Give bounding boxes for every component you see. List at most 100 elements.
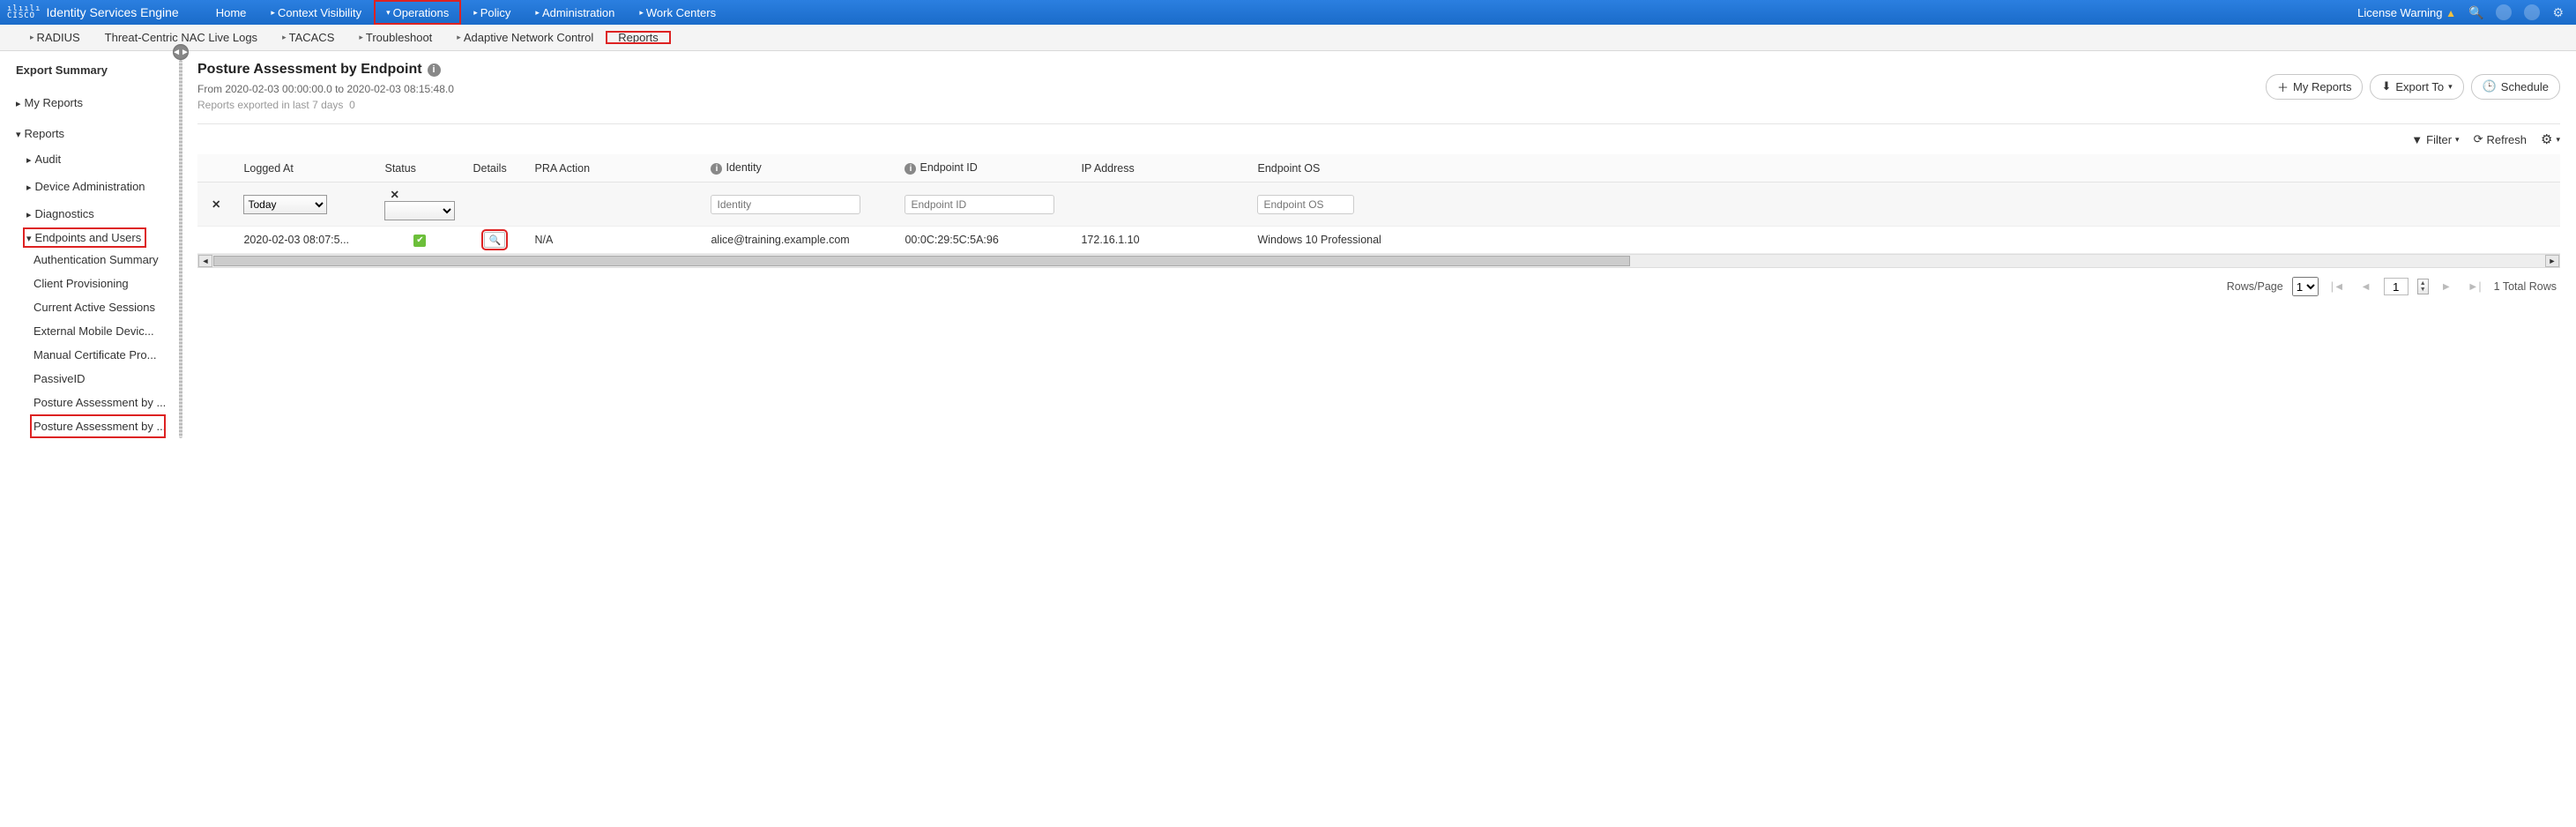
th-os[interactable]: Endpoint OS bbox=[1248, 154, 2560, 183]
nav-label: Operations bbox=[393, 6, 450, 19]
subnav-anc[interactable]: ▸Adaptive Network Control bbox=[444, 31, 606, 44]
scroll-left-icon[interactable]: ◄ bbox=[198, 255, 212, 267]
pager-spinner[interactable]: ▲▼ bbox=[2417, 279, 2429, 294]
clear-status-filter-button[interactable]: ✕ bbox=[384, 189, 404, 201]
brand-box: ılıılıCISCO Identity Services Engine bbox=[0, 5, 186, 19]
th-endpoint-id[interactable]: iEndpoint ID bbox=[896, 154, 1072, 183]
pager-total: 1 Total Rows bbox=[2494, 280, 2557, 293]
notifications-icon[interactable] bbox=[2524, 4, 2540, 20]
refresh-icon: ⟳ bbox=[2474, 132, 2483, 146]
sidebar-device-admin[interactable]: Device Administration bbox=[16, 173, 173, 200]
sidebar-label: Device Administration bbox=[35, 180, 145, 193]
th-pra[interactable]: PRA Action bbox=[525, 154, 702, 183]
sidebar-diagnostics[interactable]: Diagnostics bbox=[16, 200, 173, 227]
filter-status[interactable] bbox=[384, 201, 455, 220]
app-title: Identity Services Engine bbox=[47, 5, 179, 19]
sidebar-item-ext-mobile[interactable]: External Mobile Devic... bbox=[16, 319, 173, 343]
sidebar-item-auth-summary[interactable]: Authentication Summary bbox=[16, 248, 173, 272]
caret-icon bbox=[26, 180, 32, 193]
clear-filter-button[interactable]: ✕ bbox=[206, 198, 226, 211]
top-nav: Home ▸Context Visibility ▾Operations ▸Po… bbox=[204, 0, 728, 25]
caret-icon: ▸ bbox=[457, 33, 461, 42]
filter-endpoint-id[interactable] bbox=[905, 195, 1054, 214]
nav-work-centers[interactable]: ▸Work Centers bbox=[627, 0, 728, 25]
filter-logged-at[interactable]: Today bbox=[243, 195, 327, 214]
sidebar-item-manual-cert[interactable]: Manual Certificate Pro... bbox=[16, 343, 173, 367]
rows-per-page-select[interactable]: 1 bbox=[2292, 277, 2319, 296]
th-ip[interactable]: IP Address bbox=[1072, 154, 1248, 183]
license-warning[interactable]: License Warning ▲ bbox=[2357, 6, 2456, 19]
sidebar-title: Export Summary bbox=[16, 63, 173, 77]
report-range: From 2020-02-03 00:00:00.0 to 2020-02-03… bbox=[197, 83, 454, 95]
collapse-bar[interactable] bbox=[179, 60, 182, 438]
caret-down-icon: ▾ bbox=[386, 8, 391, 18]
sidebar-item-passiveid[interactable]: PassiveID bbox=[16, 367, 173, 391]
sidebar-label: Audit bbox=[35, 153, 62, 166]
spin-down-icon[interactable]: ▼ bbox=[2420, 287, 2426, 293]
subnav-label: TACACS bbox=[289, 31, 335, 44]
subnav-troubleshoot[interactable]: ▸Troubleshoot bbox=[346, 31, 444, 44]
report-exported: Reports exported in last 7 days 0 bbox=[197, 99, 454, 111]
top-right: License Warning ▲ 🔍 ⚙ bbox=[2357, 4, 2576, 20]
scroll-thumb[interactable] bbox=[213, 256, 1630, 266]
settings-button[interactable]: ⚙▾ bbox=[2541, 131, 2560, 147]
subnav-label: Reports bbox=[618, 31, 659, 44]
caret-icon: ▸ bbox=[359, 33, 363, 42]
pager-page-input[interactable] bbox=[2384, 278, 2408, 295]
help-icon[interactable] bbox=[2496, 4, 2512, 20]
sidebar-my-reports[interactable]: My Reports bbox=[16, 91, 173, 115]
license-warning-label: License Warning bbox=[2357, 6, 2442, 19]
sidebar-item-posture-2[interactable]: Posture Assessment by ... bbox=[30, 414, 166, 438]
schedule-button[interactable]: 🕒Schedule bbox=[2471, 74, 2560, 100]
subnav-label: Troubleshoot bbox=[366, 31, 432, 44]
filter-identity[interactable] bbox=[711, 195, 860, 214]
sidebar-reports[interactable]: Reports bbox=[16, 122, 173, 145]
subnav-tacacs[interactable]: ▸TACACS bbox=[270, 31, 346, 44]
content: Posture Assessment by Endpoint i From 20… bbox=[182, 51, 2576, 438]
nav-context-visibility[interactable]: ▸Context Visibility bbox=[258, 0, 374, 25]
horizontal-scrollbar[interactable]: ◄ ► bbox=[197, 254, 2560, 268]
nav-operations[interactable]: ▾Operations bbox=[374, 0, 461, 25]
refresh-button[interactable]: ⟳Refresh bbox=[2474, 132, 2527, 146]
scroll-right-icon[interactable]: ► bbox=[2545, 255, 2559, 267]
th-label: Identity bbox=[726, 161, 761, 174]
sidebar-item-posture-1[interactable]: Posture Assessment by ... bbox=[16, 391, 173, 414]
search-icon[interactable]: 🔍 bbox=[2468, 5, 2483, 20]
table-filter-row: ✕ Today ✕ bbox=[197, 183, 2560, 227]
pager-prev-icon[interactable]: ◄ bbox=[2356, 280, 2374, 293]
caret-down-icon: ▾ bbox=[2448, 82, 2453, 92]
table-row[interactable]: 2020-02-03 08:07:5... ✔ 🔍 N/A alice@trai… bbox=[197, 227, 2560, 254]
my-reports-button[interactable]: ＋My Reports bbox=[2266, 74, 2363, 100]
filter-button[interactable]: ▼Filter ▾ bbox=[2411, 133, 2459, 146]
pager-first-icon[interactable]: |◄ bbox=[2327, 280, 2349, 293]
sidebar-item-active-sessions[interactable]: Current Active Sessions bbox=[16, 295, 173, 319]
sidebar-item-client-prov[interactable]: Client Provisioning bbox=[16, 272, 173, 295]
pager-next-icon[interactable]: ► bbox=[2438, 280, 2455, 293]
nav-home[interactable]: Home bbox=[204, 0, 259, 25]
nav-home-label: Home bbox=[216, 6, 247, 19]
subnav-radius[interactable]: ▸RADIUS bbox=[18, 31, 93, 44]
th-identity[interactable]: iIdentity bbox=[702, 154, 896, 183]
sidebar-audit[interactable]: Audit bbox=[16, 145, 173, 173]
export-to-button[interactable]: ⬇Export To ▾ bbox=[2370, 74, 2463, 100]
btn-label: Filter bbox=[2426, 133, 2452, 146]
nav-label: Administration bbox=[542, 6, 614, 19]
nav-policy[interactable]: ▸Policy bbox=[461, 0, 523, 25]
th-logged-at[interactable]: Logged At bbox=[235, 154, 376, 183]
collapse-handle[interactable]: ◄► bbox=[173, 51, 182, 438]
nav-administration[interactable]: ▸Administration bbox=[523, 0, 627, 25]
collapse-icon[interactable]: ◄► bbox=[173, 44, 189, 60]
spin-up-icon[interactable]: ▲ bbox=[2420, 280, 2426, 287]
th-details[interactable]: Details bbox=[464, 154, 525, 183]
filter-os[interactable] bbox=[1257, 195, 1354, 214]
caret-icon: ▸ bbox=[282, 33, 287, 42]
subnav-reports[interactable]: Reports bbox=[606, 31, 671, 44]
pager-last-icon[interactable]: ►| bbox=[2464, 280, 2485, 293]
details-button[interactable]: 🔍 bbox=[484, 232, 505, 248]
info-icon[interactable]: i bbox=[428, 63, 441, 77]
subnav-threat[interactable]: Threat-Centric NAC Live Logs bbox=[93, 31, 270, 44]
sidebar-endpoints-users[interactable]: Endpoints and Users bbox=[23, 227, 146, 248]
gear-icon[interactable]: ⚙ bbox=[2552, 5, 2564, 20]
nav-label: Work Centers bbox=[646, 6, 716, 19]
th-status[interactable]: Status bbox=[376, 154, 464, 183]
